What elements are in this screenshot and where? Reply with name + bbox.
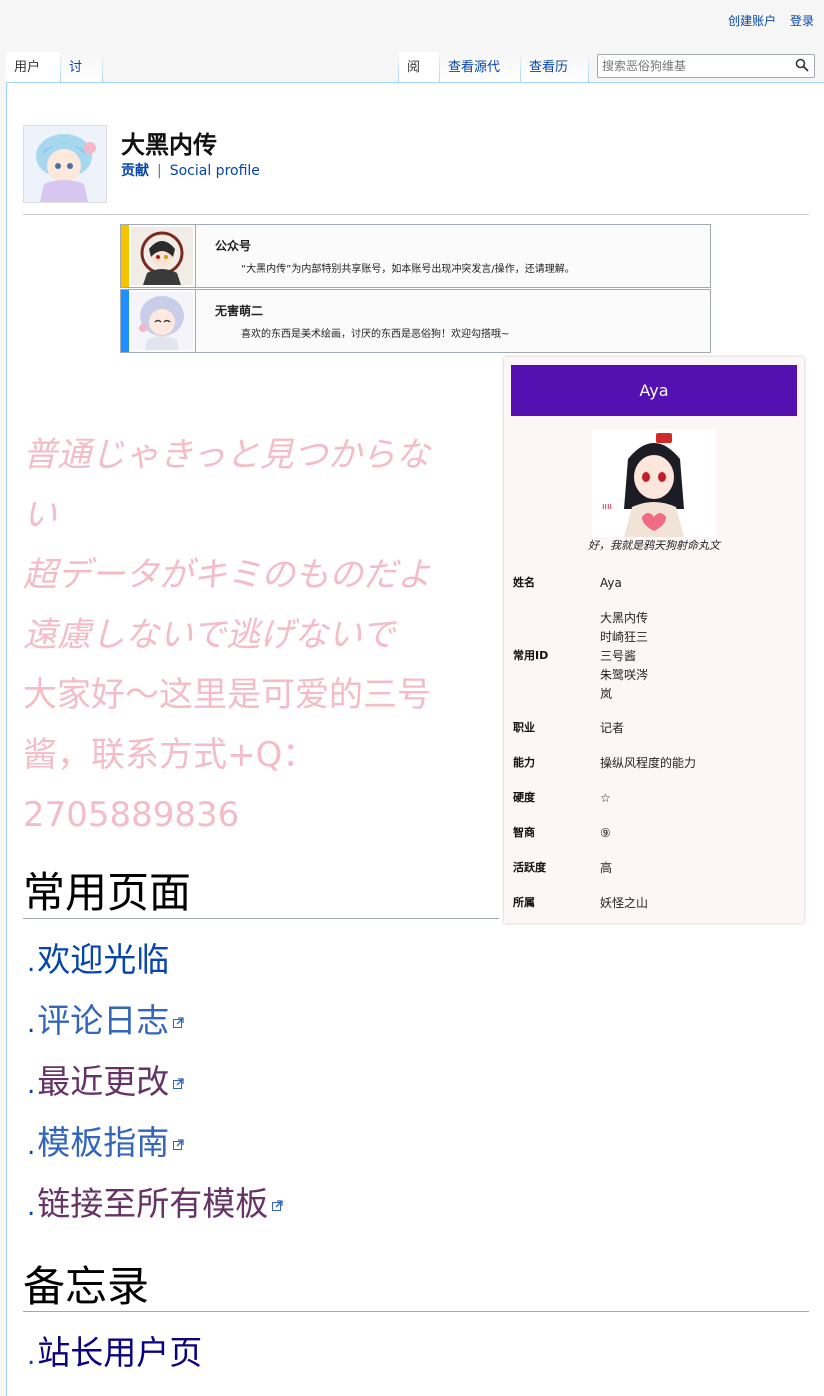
notice-color-bar	[121, 225, 129, 287]
link-all-templates[interactable]: .链接至所有模板	[27, 1177, 283, 1225]
character-infobox: Aya ıııı 好，我就是鸦天狗射命丸文 姓名 Aya 常用ID 大黑内传 时…	[504, 357, 804, 923]
link-template-guide[interactable]: .模板指南	[27, 1116, 184, 1164]
section-heading-memo: 备忘录	[23, 1253, 809, 1312]
infobox-value: ☆	[600, 791, 611, 805]
user-links: 贡献 | Social profile	[121, 160, 260, 180]
svg-text:ıııı: ıııı	[602, 502, 612, 512]
bullet: .	[27, 948, 36, 978]
tab-separator	[588, 52, 589, 82]
link-welcome[interactable]: .欢迎光临	[27, 933, 169, 981]
external-link-icon	[173, 1078, 184, 1089]
infobox-key: 硬度	[513, 791, 535, 804]
notice-title: 公众号	[215, 239, 252, 253]
infobox-value: ⑨	[600, 826, 611, 840]
infobox-key: 所属	[513, 896, 535, 909]
external-link-icon	[173, 1017, 184, 1028]
bullet: .	[27, 1131, 36, 1161]
infobox-key: 智商	[513, 826, 535, 839]
infobox-caption: 好，我就是鸦天狗射命丸文	[588, 539, 720, 552]
notice-text: “大黑内传”为内部特别共享账号，如本账号出现冲突发言/操作，还请理解。	[241, 264, 575, 275]
search-input[interactable]	[598, 55, 791, 77]
intro-line: 酱，联系方式+Q：	[23, 735, 317, 775]
intro-line: 大家好～这里是可爱的三号	[23, 675, 431, 715]
notice-divider	[195, 290, 196, 352]
notice-title: 无害萌二	[215, 304, 264, 318]
infobox-value: 高	[600, 861, 613, 875]
section-heading-common-pages: 常用页面	[23, 859, 499, 919]
search-box	[597, 54, 815, 78]
notice-text: 喜欢的东西是美术绘画，讨厌的东西是恶俗狗！欢迎勾搭哦~	[241, 329, 510, 340]
infobox-image[interactable]: ıııı	[592, 429, 716, 537]
external-link-icon	[272, 1200, 283, 1211]
bullet: .	[27, 1341, 36, 1371]
infobox-value: 操纵风程度的能力	[600, 756, 697, 770]
infobox-value: 记者	[600, 721, 625, 735]
login-link[interactable]: 登录	[790, 14, 814, 28]
contact-qq: 2705889836	[23, 795, 240, 835]
link-comment-log[interactable]: .评论日志	[27, 994, 184, 1042]
contributions-link[interactable]: 贡献	[121, 163, 149, 179]
infobox-key: 活跃度	[513, 861, 546, 874]
infobox-key: 姓名	[513, 576, 535, 589]
search-icon[interactable]	[795, 58, 809, 72]
infobox-key: 职业	[513, 721, 535, 734]
external-link-icon	[173, 1139, 184, 1150]
infobox-value: 妖怪之山	[600, 896, 649, 910]
link-separator: |	[157, 163, 162, 179]
lyric-line: 超データがキミのものだよ	[23, 555, 431, 595]
tab-separator	[102, 52, 103, 82]
pink-intro-text: 普通じゃきっと見つからな い 超データがキミのものだよ 遠慮しないで逃げないで …	[23, 425, 493, 845]
lyric-line: 普通じゃきっと見つからな	[23, 435, 430, 475]
infobox-key: 能力	[513, 756, 535, 769]
tab-view-source[interactable]: 查看源代码	[440, 52, 520, 107]
bullet: .	[27, 1070, 36, 1100]
tab-history[interactable]: 查看历史	[521, 52, 588, 107]
tab-user-page[interactable]: 用户页	[6, 52, 60, 107]
link-admin-userpage[interactable]: .站长用户页	[27, 1326, 202, 1374]
notice-box-public-account: 公众号 “大黑内传”为内部特别共享账号，如本账号出现冲突发言/操作，还请理解。	[120, 224, 711, 288]
infobox-header: Aya	[511, 365, 797, 416]
infobox-value: 大黑内传 时崎狂三 三号酱 朱鹭咲涔 岚	[600, 611, 649, 701]
avatar[interactable]	[23, 125, 107, 203]
notice-box-harmless: 无害萌二 喜欢的东西是美术绘画，讨厌的东西是恶俗狗！欢迎勾搭哦~	[120, 289, 711, 353]
infobox-key: 常用ID	[513, 649, 549, 662]
bullet: .	[27, 1009, 36, 1039]
tab-talk[interactable]: 讨论	[61, 52, 102, 107]
bullet: .	[27, 1192, 36, 1222]
content-area: 大黑内传 贡献 | Social profile 公众号 “大黑内传”为内部特别共享…	[6, 82, 824, 1396]
notice-image	[131, 292, 193, 350]
user-title: 大黑内传	[121, 131, 217, 159]
link-recent-changes[interactable]: .最近更改	[27, 1055, 184, 1103]
notice-divider	[195, 225, 196, 287]
lyric-line: い	[23, 495, 57, 535]
notice-image	[131, 227, 193, 285]
notice-color-bar	[121, 290, 129, 352]
tab-read[interactable]: 阅读	[399, 52, 439, 107]
create-account-link[interactable]: 创建账户	[728, 14, 776, 28]
user-header: 大黑内传 贡献 | Social profile	[23, 125, 809, 215]
lyric-line: 遠慮しないで逃げないで	[23, 615, 395, 655]
personal-tools: 创建账户 登录	[718, 12, 814, 29]
social-profile-link[interactable]: Social profile	[170, 163, 260, 179]
infobox-value: Aya	[600, 576, 622, 590]
